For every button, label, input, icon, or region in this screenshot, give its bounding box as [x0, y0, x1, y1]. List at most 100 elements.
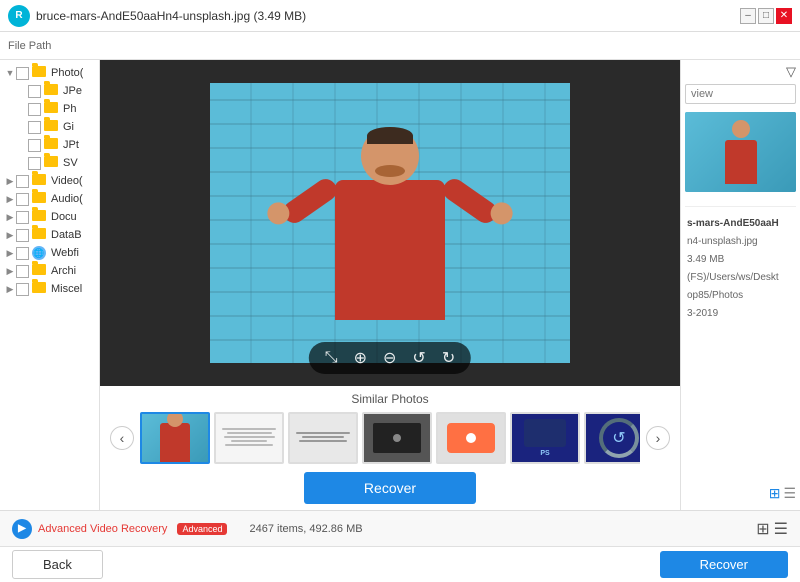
list-view-icon[interactable]: ☰ — [783, 485, 796, 502]
tree-item-audio[interactable]: ▶ Audio( — [0, 190, 99, 208]
tree-checkbox[interactable] — [28, 139, 41, 152]
similar-thumb-6[interactable]: PS — [510, 412, 580, 464]
thumb-image — [142, 414, 208, 462]
person-head — [361, 127, 419, 185]
tree-item-gi[interactable]: Gi — [0, 118, 99, 136]
rotate-left-icon[interactable]: ↺ — [412, 348, 425, 368]
tree-checkbox[interactable] — [16, 283, 29, 296]
tree-checkbox[interactable] — [28, 157, 41, 170]
prev-similar-button[interactable]: ‹ — [110, 426, 134, 450]
list-view-button[interactable]: ☰ — [774, 519, 788, 539]
tree-label: Webfi — [51, 247, 79, 259]
folder-icon — [44, 156, 58, 167]
tree-item-jpe[interactable]: JPe — [0, 82, 99, 100]
view-toggle: ⊞ ☰ — [685, 481, 796, 506]
zoom-out-icon[interactable]: ⊖ — [383, 348, 396, 368]
tree-checkbox[interactable] — [28, 85, 41, 98]
thumb-image — [216, 414, 282, 462]
tree-item-misc[interactable]: ▶ Miscel — [0, 280, 99, 298]
expand-icon[interactable]: ▶ — [4, 230, 16, 241]
similar-thumb-1[interactable] — [140, 412, 210, 464]
tree-item-video[interactable]: ▶ Video( — [0, 172, 99, 190]
similar-section: Similar Photos ‹ — [100, 386, 680, 510]
tree-checkbox[interactable] — [16, 247, 29, 260]
main-body: ▼ Photo( JPe Ph Gi — [0, 60, 800, 510]
person-body — [335, 180, 445, 320]
tree-label: Audio( — [51, 193, 83, 205]
tree-item-photos[interactable]: ▼ Photo( — [0, 64, 99, 82]
tree-label: Gi — [63, 121, 74, 133]
preview-image — [210, 83, 570, 363]
tree-checkbox[interactable] — [16, 175, 29, 188]
backup-ring: ↺ — [599, 418, 639, 458]
expand-icon[interactable]: ▶ — [4, 284, 16, 295]
similar-thumb-5[interactable] — [436, 412, 506, 464]
tree-label: JPt — [63, 139, 79, 151]
filename-row: s-mars-AndE50aaH — [687, 217, 794, 231]
similar-thumb-4[interactable] — [362, 412, 432, 464]
expand-icon[interactable]: ▶ — [4, 212, 16, 223]
recover-center-button[interactable]: Recover — [304, 472, 476, 504]
maximize-button[interactable]: □ — [758, 8, 774, 24]
backup-arrow-icon: ↺ — [612, 428, 625, 448]
expand-icon[interactable]: ▶ — [4, 248, 16, 259]
tree-checkbox[interactable] — [16, 193, 29, 206]
similar-thumb-3[interactable] — [288, 412, 358, 464]
similar-row: ‹ — [100, 412, 680, 464]
minimize-button[interactable]: – — [740, 8, 756, 24]
grid-view-icon[interactable]: ⊞ — [769, 485, 781, 502]
thumb-head — [167, 412, 183, 427]
folder-icon — [44, 84, 58, 95]
thumb-image — [290, 414, 356, 462]
divider — [685, 206, 796, 207]
right-thumb-head — [732, 120, 750, 138]
tree-checkbox[interactable] — [16, 211, 29, 224]
status-text: 2467 items, 492.86 MB — [249, 523, 362, 535]
file-date: 3-2019 — [687, 308, 718, 319]
similar-label: Similar Photos — [100, 392, 680, 406]
recover-button[interactable]: Recover — [660, 551, 788, 578]
ps-text: PS — [540, 450, 549, 457]
tree-label: Archi — [51, 265, 76, 277]
adv-video-label[interactable]: Advanced Video Recovery — [38, 523, 167, 535]
tree-checkbox[interactable] — [16, 265, 29, 278]
expand-icon[interactable]: ▶ — [4, 194, 16, 205]
similar-thumbs: PS ↺ — [140, 412, 640, 464]
tree-checkbox[interactable] — [28, 121, 41, 134]
recover-center-container: Recover — [100, 464, 680, 510]
zoom-in-icon[interactable]: ⊕ — [354, 348, 367, 368]
window-title: bruce-mars-AndE50aaHn4-unsplash.jpg (3.4… — [36, 9, 740, 23]
rotate-right-icon[interactable]: ↻ — [442, 348, 455, 368]
adv-badge: Advanced — [177, 523, 227, 535]
next-similar-button[interactable]: › — [646, 426, 670, 450]
adv-video-section: ▶ Advanced Video Recovery Advanced — [12, 519, 227, 539]
grid-view-button[interactable]: ⊞ — [756, 519, 769, 539]
expand-icon[interactable]: ▼ — [4, 68, 16, 78]
tree-item-web[interactable]: ▶ 🌐 Webfi — [0, 244, 99, 262]
tree-label: SV — [63, 157, 78, 169]
tree-item-db[interactable]: ▶ DataB — [0, 226, 99, 244]
similar-thumb-2[interactable] — [214, 412, 284, 464]
search-input[interactable] — [685, 84, 796, 104]
similar-thumb-7[interactable]: ↺ — [584, 412, 640, 464]
expand-icon[interactable]: ▶ — [4, 176, 16, 187]
globe-icon: 🌐 — [32, 246, 46, 260]
thumb-image — [438, 414, 504, 462]
close-button[interactable]: ✕ — [776, 8, 792, 24]
back-button[interactable]: Back — [12, 550, 103, 579]
tree-checkbox[interactable] — [16, 229, 29, 242]
date-row: 3-2019 — [687, 307, 794, 321]
filter-icon[interactable]: ▽ — [786, 64, 796, 80]
tree-item-archive[interactable]: ▶ Archi — [0, 262, 99, 280]
adv-icon-text: ▶ — [18, 523, 26, 534]
tree-item-jpt[interactable]: JPt — [0, 136, 99, 154]
tree-item-ph[interactable]: Ph — [0, 100, 99, 118]
filename-ext-row: n4-unsplash.jpg — [687, 235, 794, 249]
tree-item-sv[interactable]: SV — [0, 154, 99, 172]
expand-icon[interactable]: ▶ — [4, 266, 16, 277]
tree-label: Photo( — [51, 67, 83, 79]
tree-checkbox[interactable] — [28, 103, 41, 116]
tree-item-doc[interactable]: ▶ Docu — [0, 208, 99, 226]
fullscreen-icon[interactable]: ⤡ — [325, 349, 338, 367]
tree-checkbox[interactable] — [16, 67, 29, 80]
